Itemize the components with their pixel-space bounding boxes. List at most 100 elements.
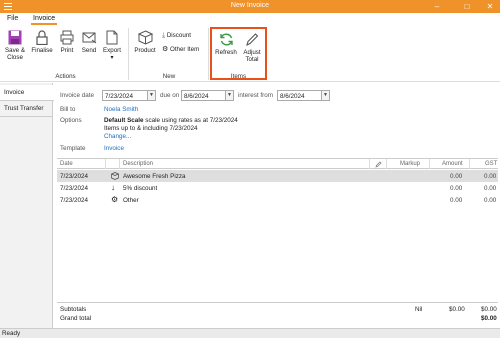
invoice-date-value: 7/23/2024 bbox=[105, 93, 134, 100]
refresh-button[interactable]: Refresh bbox=[213, 32, 239, 56]
due-on-label: due on bbox=[160, 92, 180, 99]
line-items-table: Date Description Markup Amount GST 7/23/… bbox=[57, 158, 498, 308]
items-group-label: Items bbox=[230, 73, 247, 80]
row-description: Other bbox=[123, 197, 139, 204]
options-summary: Default Scale scale using rates as at 7/… bbox=[104, 117, 364, 124]
print-label: Print bbox=[60, 47, 74, 54]
column-header-markup[interactable]: Markup bbox=[400, 161, 420, 167]
send-button[interactable]: Send bbox=[79, 30, 99, 54]
gear-icon: ⚙ bbox=[162, 46, 169, 53]
column-separator bbox=[386, 159, 387, 169]
table-row[interactable]: 7/23/2024 ↓ 5% discount 0.00 0.00 bbox=[57, 182, 498, 194]
row-date: 7/23/2024 bbox=[60, 185, 89, 192]
finalise-label: Finalise bbox=[31, 47, 53, 54]
column-separator bbox=[369, 159, 370, 169]
subtotals-gst: $0.00 bbox=[481, 306, 497, 313]
column-header-description[interactable]: Description bbox=[123, 161, 153, 167]
interest-from-value: 8/6/2024 bbox=[280, 93, 305, 100]
product-label: Product bbox=[134, 47, 156, 54]
options-scale-name: Default Scale bbox=[104, 117, 144, 124]
interest-from-picker[interactable]: 8/6/2024 ▼ bbox=[277, 90, 330, 101]
column-header-date[interactable]: Date bbox=[60, 161, 73, 167]
side-tab-invoice[interactable]: Invoice bbox=[0, 85, 54, 101]
export-label: Export bbox=[103, 47, 121, 54]
edit-column-icon[interactable] bbox=[375, 161, 382, 168]
discount-arrow-icon: ⤓ bbox=[162, 32, 166, 39]
options-label: Options bbox=[60, 117, 82, 124]
column-header-amount[interactable]: Amount bbox=[442, 161, 463, 167]
window-title: New Invoice bbox=[230, 2, 270, 9]
row-date: 7/23/2024 bbox=[60, 197, 89, 204]
adjust-total-label-2: Total bbox=[245, 56, 259, 63]
row-amount: 0.00 bbox=[450, 197, 463, 204]
export-dropdown-icon: ▾ bbox=[110, 54, 114, 61]
due-on-picker[interactable]: 8/6/2024 ▼ bbox=[181, 90, 234, 101]
pencil-icon bbox=[246, 33, 259, 47]
subtotals-amount: $0.00 bbox=[449, 306, 465, 313]
adjust-total-label-1: Adjust bbox=[243, 49, 261, 56]
pizza-box-icon bbox=[111, 172, 119, 180]
adjust-total-button[interactable]: Adjust Total bbox=[240, 32, 264, 63]
tab-file[interactable]: File bbox=[7, 15, 18, 22]
export-button[interactable]: Export ▾ bbox=[101, 30, 123, 61]
discount-label: Discount bbox=[166, 32, 191, 39]
ribbon-tabs: File Invoice bbox=[0, 13, 500, 26]
envelope-icon bbox=[82, 32, 96, 44]
product-box-icon bbox=[137, 30, 153, 45]
column-separator bbox=[119, 159, 120, 169]
column-separator bbox=[469, 159, 470, 169]
close-button[interactable]: ✕ bbox=[480, 0, 500, 13]
ribbon: Save & Close Finalise Print Send Export … bbox=[0, 26, 500, 82]
interest-from-label: interest from bbox=[238, 92, 273, 99]
chevron-down-icon[interactable]: ▼ bbox=[225, 91, 233, 100]
subtotals-markup: Nil bbox=[415, 306, 423, 313]
print-button[interactable]: Print bbox=[57, 30, 77, 54]
options-items-range: Items up to & including 7/23/2024 bbox=[104, 125, 198, 132]
row-gst: 0.00 bbox=[484, 185, 497, 192]
column-separator bbox=[105, 159, 106, 169]
lock-icon bbox=[36, 30, 48, 45]
finalise-button[interactable]: Finalise bbox=[30, 30, 54, 54]
other-item-button[interactable]: ⚙ Other Item bbox=[162, 46, 207, 53]
bill-to-link[interactable]: Noela Smith bbox=[104, 106, 138, 113]
options-scale-detail: scale using rates as at 7/23/2024 bbox=[143, 117, 238, 124]
side-tabs: Invoice Trust Transfer bbox=[0, 83, 54, 328]
table-row[interactable]: 7/23/2024 Awesome Fresh Pizza 0.00 0.00 bbox=[57, 170, 498, 182]
gear-icon: ⚙ bbox=[111, 195, 119, 204]
table-row[interactable]: 7/23/2024 ⚙ Other 0.00 0.00 bbox=[57, 194, 498, 206]
minimize-button[interactable]: – bbox=[427, 0, 447, 13]
chevron-down-icon[interactable]: ▼ bbox=[321, 91, 329, 100]
subtotals-label: Subtotals bbox=[60, 306, 87, 313]
due-on-value: 8/6/2024 bbox=[184, 93, 209, 100]
save-icon bbox=[8, 30, 22, 45]
bill-to-label: Bill to bbox=[60, 106, 76, 113]
row-description: 5% discount bbox=[123, 185, 158, 192]
ribbon-separator bbox=[128, 28, 129, 80]
row-gst: 0.00 bbox=[484, 197, 497, 204]
side-tab-trust-transfer[interactable]: Trust Transfer bbox=[0, 101, 53, 117]
refresh-label: Refresh bbox=[215, 49, 237, 56]
document-export-icon bbox=[106, 30, 118, 45]
send-label: Send bbox=[81, 47, 97, 54]
column-header-gst[interactable]: GST bbox=[485, 161, 497, 167]
grand-total-value: $0.00 bbox=[481, 315, 497, 322]
options-change-link[interactable]: Change... bbox=[104, 133, 131, 140]
chevron-down-icon[interactable]: ▼ bbox=[147, 91, 155, 100]
title-bar: New Invoice – □ ✕ bbox=[0, 0, 500, 13]
totals-section: Subtotals Nil $0.00 $0.00 Grand total $0… bbox=[57, 302, 498, 324]
maximize-button[interactable]: □ bbox=[457, 0, 477, 13]
save-close-label-2: Close bbox=[7, 54, 23, 61]
product-button[interactable]: Product bbox=[132, 30, 158, 54]
column-separator bbox=[429, 159, 430, 169]
invoice-date-picker[interactable]: 7/23/2024 ▼ bbox=[102, 90, 156, 101]
save-close-label-1: Save & bbox=[5, 47, 25, 54]
invoice-date-label: Invoice date bbox=[60, 92, 94, 99]
template-link[interactable]: Invoice bbox=[104, 145, 124, 152]
row-date: 7/23/2024 bbox=[60, 173, 89, 180]
actions-group-label: Actions bbox=[55, 73, 76, 80]
discount-button[interactable]: ⤓ Discount bbox=[162, 32, 207, 39]
tab-invoice[interactable]: Invoice bbox=[30, 15, 58, 25]
save-close-button[interactable]: Save & Close bbox=[3, 30, 27, 61]
new-group-label: New bbox=[162, 73, 176, 80]
row-amount: 0.00 bbox=[450, 185, 463, 192]
